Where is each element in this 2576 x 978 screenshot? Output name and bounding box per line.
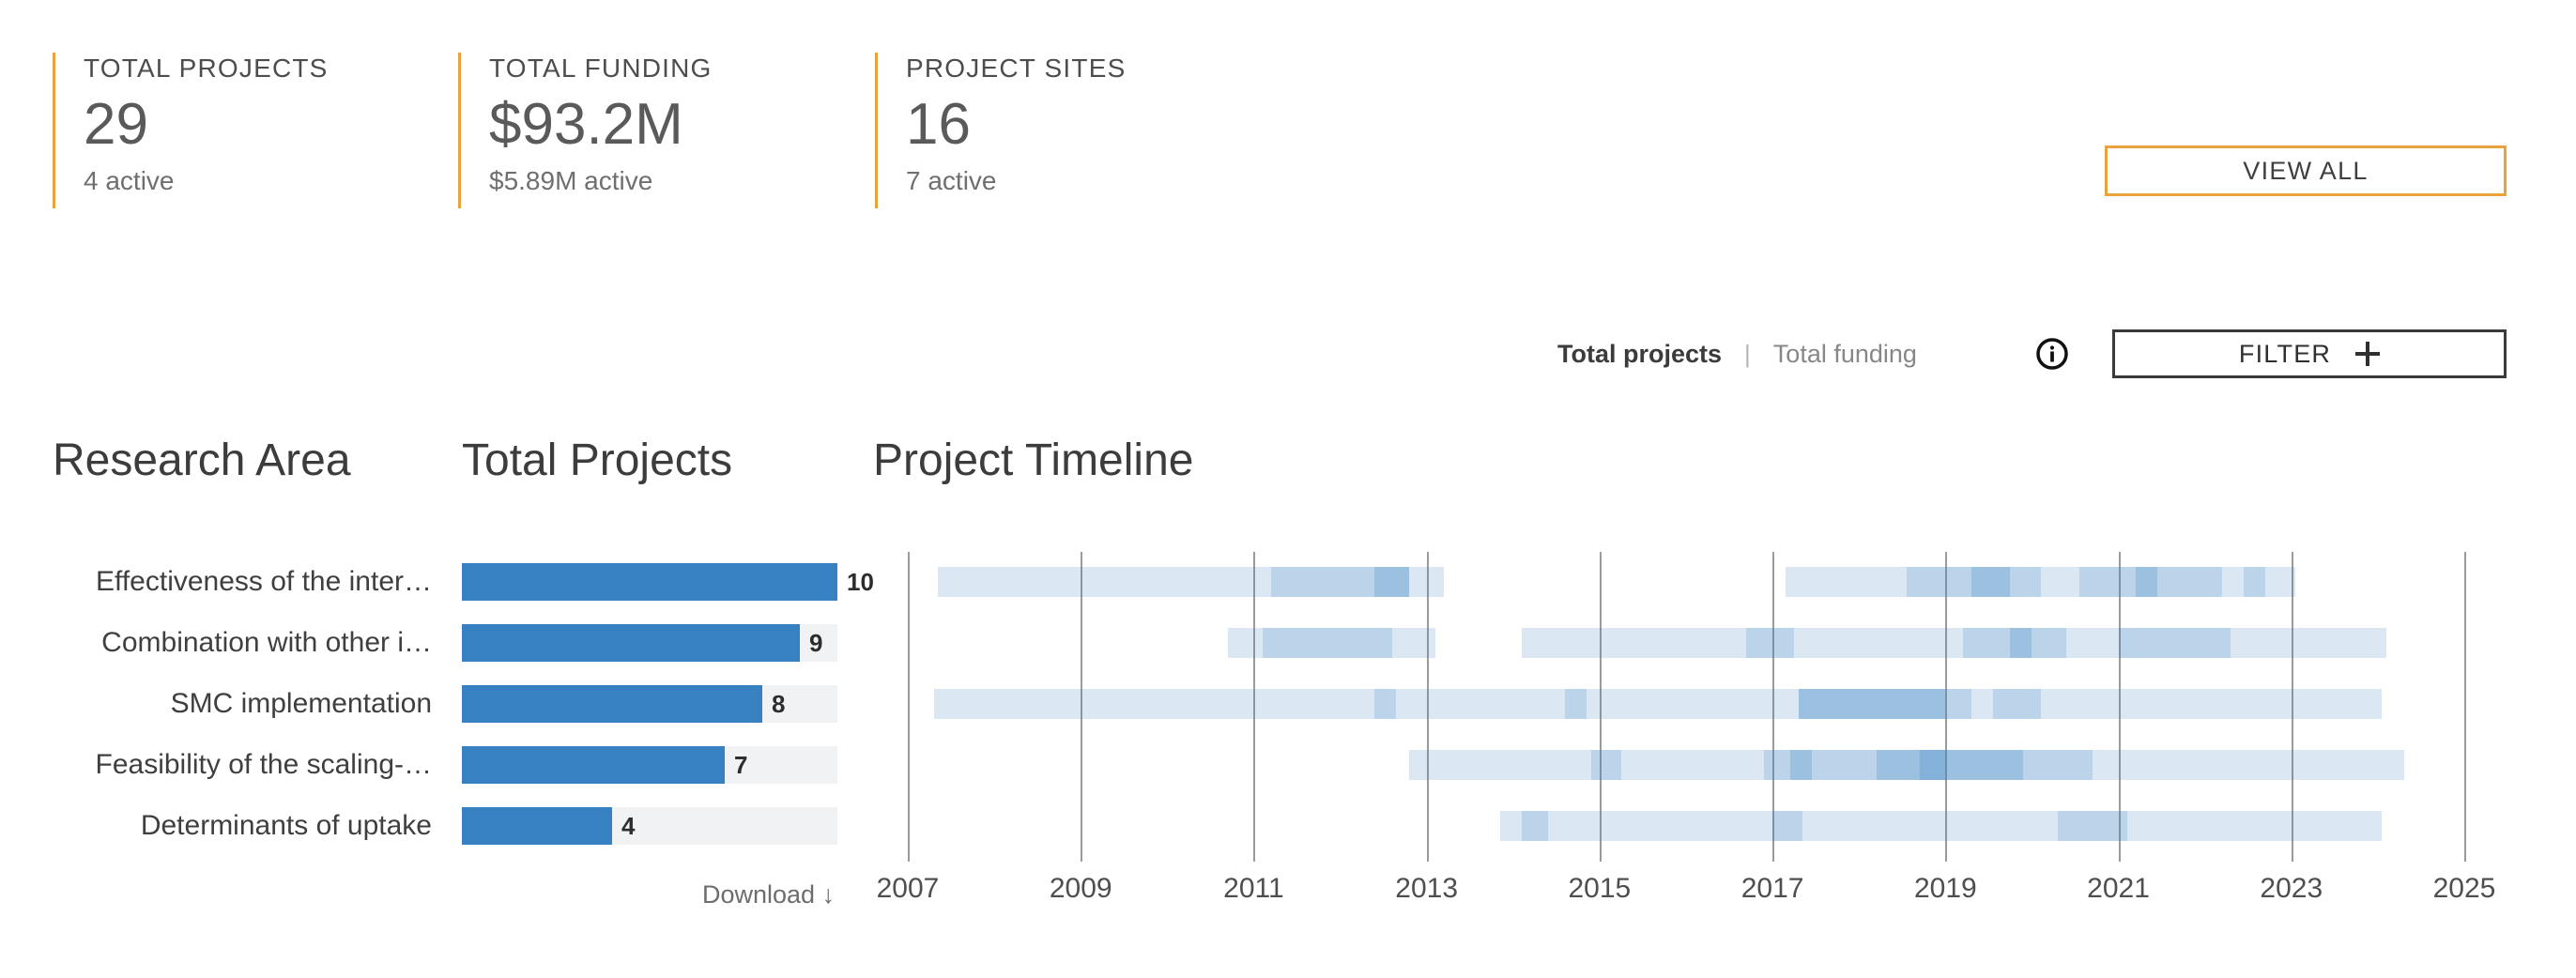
axis-tick-label: 2015: [1568, 873, 1632, 904]
research-area-label[interactable]: Feasibility of the scaling-…: [75, 735, 451, 795]
research-area-label[interactable]: SMC implementation: [75, 674, 451, 734]
metric-option-total-projects[interactable]: Total projects: [1557, 333, 1722, 374]
bar-track: 4: [462, 807, 837, 845]
chart-row: Combination with other i… 9: [0, 613, 2576, 673]
metric-separator: |: [1744, 340, 1751, 368]
plus-icon: [2355, 342, 2381, 366]
bar-chart: Effectiveness of the inter… 10 Combination…: [0, 552, 2576, 862]
stat-label: TOTAL PROJECTS: [84, 53, 329, 83]
column-header-project-timeline: Project Timeline: [873, 436, 1194, 485]
stat-subtext: 4 active: [84, 166, 175, 195]
axis-tick-label: 2019: [1913, 873, 1977, 904]
axis-tick-label: 2025: [2432, 873, 2496, 904]
bar-fill[interactable]: [462, 563, 837, 601]
axis-tick-label: 2013: [1395, 873, 1459, 904]
bar-value-label: 9: [809, 628, 823, 657]
stat-label: PROJECT SITES: [906, 53, 1127, 83]
bar-fill[interactable]: [462, 807, 612, 845]
bar-value-label: 7: [734, 750, 748, 779]
filter-button-label: FILTER: [2238, 339, 2332, 368]
bar-value-label: 10: [847, 567, 874, 596]
stat-card-project-sites: PROJECT SITES 16 7 active: [875, 53, 1126, 208]
research-area-label[interactable]: Determinants of uptake: [75, 796, 451, 856]
research-area-label-wrap: Feasibility of the scaling-…: [0, 735, 451, 795]
bar-value-label: 8: [772, 689, 786, 718]
chart-row: Determinants of uptake 4: [0, 796, 2576, 856]
research-area-label[interactable]: Combination with other i…: [75, 613, 451, 673]
bar-track: 10: [462, 563, 874, 601]
axis-tick-label: 2007: [876, 873, 940, 904]
axis-tick-label: 2011: [1223, 873, 1284, 904]
stat-card-total-funding: TOTAL FUNDING $93.2M $5.89M active: [458, 53, 713, 208]
bar-value-label: 4: [621, 811, 636, 840]
stat-subtext: 7 active: [906, 166, 997, 195]
bar-track: 9: [462, 624, 837, 662]
bar-fill[interactable]: [462, 624, 800, 662]
axis-tick-label: 2021: [2087, 873, 2150, 904]
chart-row: Feasibility of the scaling-… 7: [0, 735, 2576, 795]
research-area-label-wrap: Effectiveness of the inter…: [0, 552, 451, 612]
research-area-label-wrap: Combination with other i…: [0, 613, 451, 673]
stat-subtext: $5.89M active: [489, 166, 653, 195]
stat-value: $93.2M: [489, 92, 683, 157]
chart-row: Effectiveness of the inter… 10: [0, 552, 2576, 612]
column-headers: Research Area Total Projects Project Tim…: [0, 432, 2576, 497]
download-link[interactable]: Download ↓: [702, 880, 835, 909]
axis-tick-label: 2023: [2260, 873, 2323, 904]
bar-fill[interactable]: [462, 685, 762, 723]
info-icon[interactable]: [2035, 337, 2069, 371]
stat-value: 29: [84, 92, 148, 157]
bar-track: 7: [462, 746, 837, 784]
bar-fill[interactable]: [462, 746, 725, 784]
research-area-label-wrap: SMC implementation: [0, 674, 451, 734]
axis-tick-label: 2009: [1049, 873, 1112, 904]
column-header-research-area: Research Area: [53, 436, 351, 485]
metric-toggle[interactable]: Total projects | Total funding: [1557, 333, 1917, 374]
metric-option-total-funding[interactable]: Total funding: [1773, 333, 1917, 374]
bar-track: 8: [462, 685, 837, 723]
view-all-button[interactable]: VIEW ALL: [2105, 145, 2507, 196]
stat-card-total-projects: TOTAL PROJECTS 29 4 active: [53, 53, 329, 208]
chart-row: SMC implementation 8: [0, 674, 2576, 734]
stat-value: 16: [906, 92, 971, 157]
controls-bar: Total projects | Total funding FILTER: [0, 329, 2576, 393]
research-area-label[interactable]: Effectiveness of the inter…: [75, 552, 451, 612]
column-header-total-projects: Total Projects: [462, 436, 733, 485]
timeline-axis: 2007 2009 2011 2013 2015 2017 2019 2021 2023 2025: [0, 862, 2576, 927]
filter-button[interactable]: FILTER: [2112, 329, 2507, 378]
axis-tick-label: 2017: [1740, 873, 1804, 904]
research-area-label-wrap: Determinants of uptake: [0, 796, 451, 856]
stat-label: TOTAL FUNDING: [489, 53, 713, 83]
